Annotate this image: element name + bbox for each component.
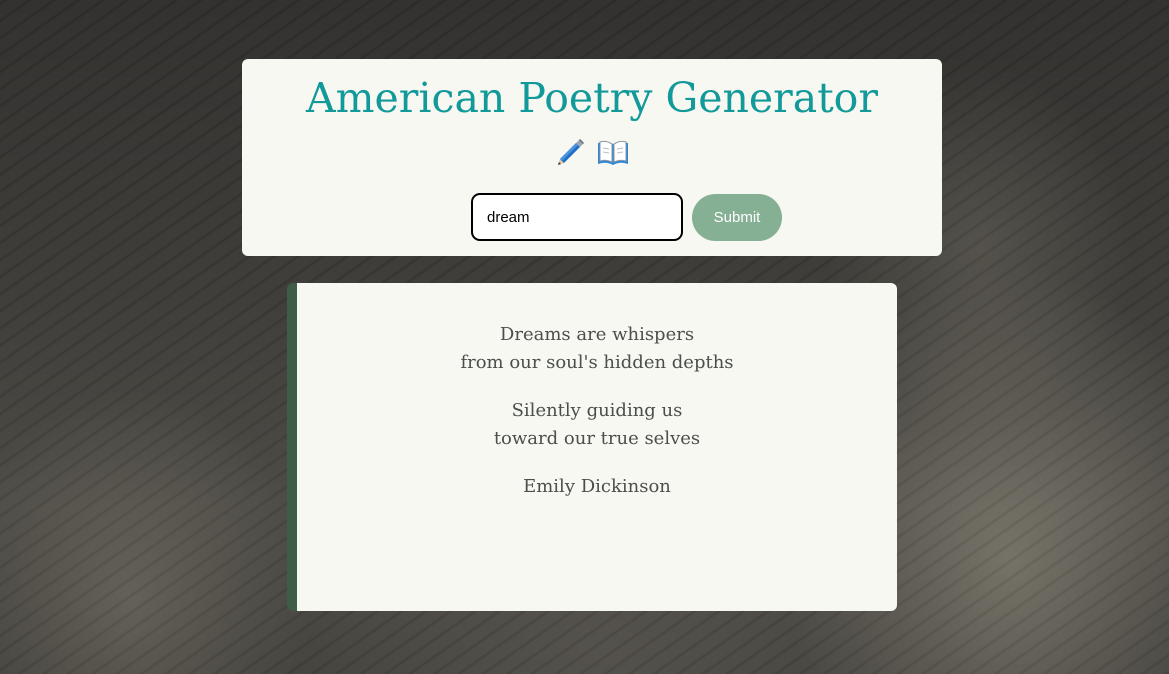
title-icons <box>242 136 942 170</box>
open-book-icon <box>596 138 630 168</box>
poem-author: Emily Dickinson <box>523 476 671 497</box>
pencil-icon <box>554 137 586 169</box>
poem-body: Dreams are whispers from our soul's hidd… <box>297 283 897 501</box>
poem-line: Dreams are whispers <box>499 324 695 345</box>
poem-line: from our soul's hidden depths <box>460 352 734 373</box>
search-form: Submit <box>471 193 782 241</box>
poem-stanza: Dreams are whispers from our soul's hidd… <box>297 321 897 377</box>
poem-stanza: Silently guiding us toward our true selv… <box>297 397 897 453</box>
poem-card: Dreams are whispers from our soul's hidd… <box>287 283 897 611</box>
submit-button[interactable]: Submit <box>692 193 782 241</box>
poem-line: toward our true selves <box>493 428 701 449</box>
search-input[interactable] <box>471 193 683 241</box>
page-title: American Poetry Generator <box>306 74 878 122</box>
poem-line: Silently guiding us <box>511 400 683 421</box>
header-card: American Poetry Generator dream Submit <box>242 59 942 256</box>
